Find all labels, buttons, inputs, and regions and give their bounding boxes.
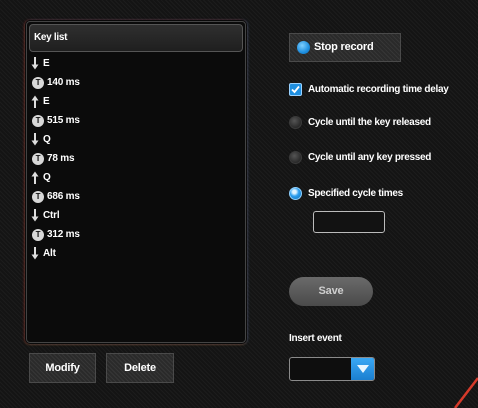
- corner-accent-decoration: [454, 377, 478, 408]
